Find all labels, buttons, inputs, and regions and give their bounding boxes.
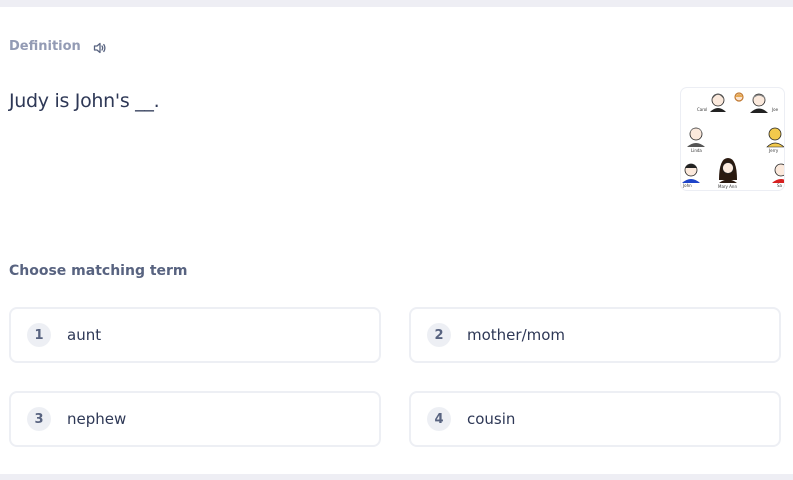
- portrait-linda: [687, 127, 705, 147]
- family-tree-illustration: Carol Joe Linda Jerry John Mary Ann Sa: [682, 92, 784, 189]
- question-card: Definition Judy is John's __. Carol Joe …: [0, 7, 793, 474]
- portrait-partial: [772, 163, 784, 183]
- label-jerry: Jerry: [768, 148, 779, 153]
- speaker-icon[interactable]: [93, 40, 107, 54]
- option-text: nephew: [67, 410, 127, 428]
- label-mary-ann: Mary Ann: [718, 184, 737, 189]
- option-text: mother/mom: [467, 326, 566, 344]
- choose-term-label: Choose matching term: [9, 263, 188, 279]
- label-joe: Joe: [771, 107, 779, 112]
- answer-option-3[interactable]: 3 nephew: [9, 391, 381, 447]
- portrait-small-child: [734, 92, 744, 102]
- option-number-badge: 4: [427, 407, 451, 431]
- option-number-badge: 1: [27, 323, 51, 347]
- answer-option-1[interactable]: 1 aunt: [9, 307, 381, 363]
- answer-option-2[interactable]: 2 mother/mom: [409, 307, 781, 363]
- definition-label: Definition: [9, 39, 81, 54]
- label-carol: Carol: [697, 107, 707, 112]
- option-text: aunt: [67, 326, 102, 344]
- answer-option-4[interactable]: 4 cousin: [409, 391, 781, 447]
- option-number-badge: 2: [427, 323, 451, 347]
- definition-header: Definition: [9, 39, 107, 54]
- label-partial: Sa: [777, 183, 783, 188]
- portrait-mary-ann: [719, 158, 737, 183]
- portrait-carol: [710, 93, 726, 112]
- label-john: John: [682, 183, 692, 188]
- option-text: cousin: [467, 410, 516, 428]
- family-tree-image[interactable]: Carol Joe Linda Jerry John Mary Ann Sa: [681, 88, 784, 190]
- definition-prompt: Judy is John's __.: [9, 90, 160, 112]
- portrait-jerry: [766, 127, 784, 148]
- portrait-joe: [750, 93, 768, 113]
- portrait-john: [682, 163, 700, 183]
- label-linda: Linda: [691, 148, 702, 153]
- option-number-badge: 3: [27, 407, 51, 431]
